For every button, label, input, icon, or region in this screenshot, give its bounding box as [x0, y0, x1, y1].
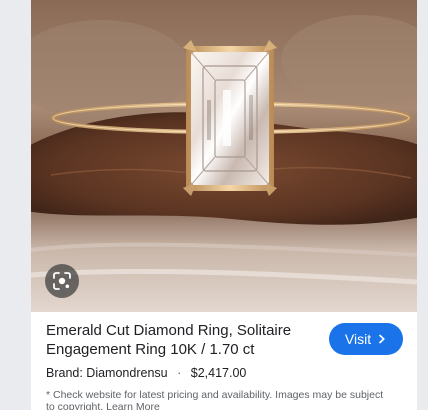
lens-search-button[interactable] [45, 264, 79, 298]
disclaimer-text: * Check website for latest pricing and a… [46, 389, 386, 410]
visit-label: Visit [344, 331, 372, 347]
visit-button[interactable]: Visit [329, 323, 403, 355]
screen: Emerald Cut Diamond Ring, Solitaire Enga… [0, 0, 428, 410]
chevron-right-icon [379, 334, 385, 344]
product-title[interactable]: Emerald Cut Diamond Ring, Solitaire Enga… [46, 321, 318, 359]
brand-text: Brand: Diamondrensu [46, 366, 168, 380]
product-meta: Brand: Diamondrensu · $2,417.00 [46, 365, 246, 381]
separator-dot: · [177, 366, 182, 380]
product-image[interactable] [31, 0, 417, 312]
price-text: $2,417.00 [190, 366, 247, 380]
disclaimer-body: * Check website for latest pricing and a… [46, 389, 384, 410]
ring-photo [31, 0, 417, 312]
product-card: Emerald Cut Diamond Ring, Solitaire Enga… [31, 0, 417, 410]
learn-more-link[interactable]: Learn More [106, 401, 160, 410]
image-search-icon [53, 272, 71, 290]
